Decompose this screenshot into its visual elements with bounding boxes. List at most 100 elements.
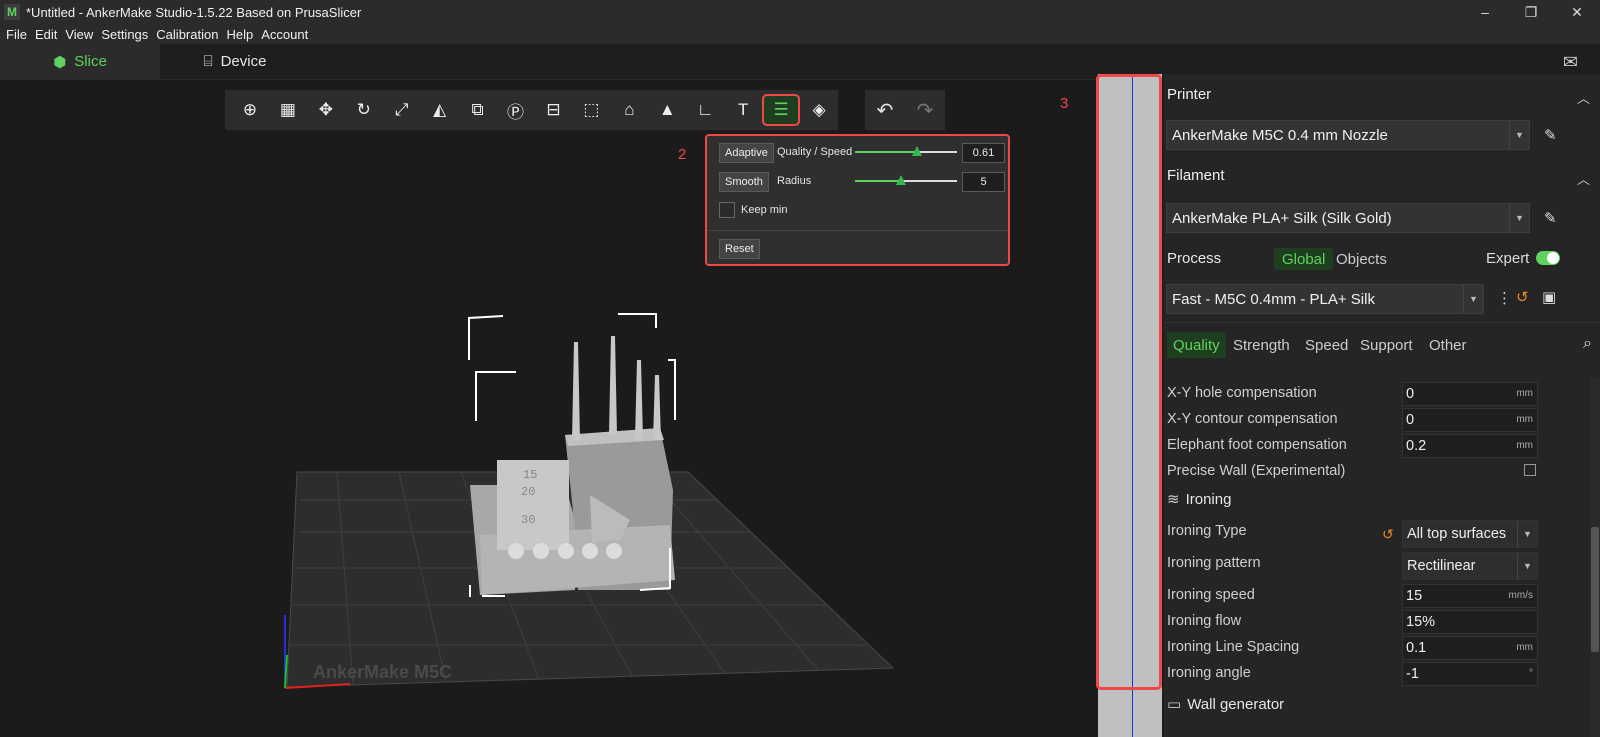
edit-filament-icon[interactable]: ✎: [1544, 209, 1557, 227]
ruler-icon[interactable]: ∟: [686, 94, 724, 126]
mail-icon[interactable]: ✉: [1563, 52, 1578, 73]
text-icon[interactable]: T: [724, 94, 762, 126]
elephant-foot-compensation-input[interactable]: 0.2 mm: [1402, 434, 1538, 458]
quality-slider[interactable]: [855, 146, 957, 156]
edit-printer-icon[interactable]: ✎: [1544, 126, 1557, 144]
setting-label: Ironing Line Spacing: [1167, 639, 1300, 655]
menu-bar: File Edit View Settings Calibration Help…: [0, 24, 1600, 44]
ironing-flow-input[interactable]: 15%: [1402, 610, 1538, 634]
reset-icon[interactable]: ↺: [1382, 526, 1394, 543]
ironing-type-select[interactable]: All top surfaces ▼: [1402, 520, 1538, 548]
chevron-down-icon: ▼: [1517, 553, 1537, 579]
tab-device[interactable]: ⌸ Device: [160, 44, 310, 79]
setting-label: Elephant foot compensation: [1167, 437, 1347, 453]
move-icon[interactable]: ✥: [307, 94, 345, 126]
menu-edit[interactable]: Edit: [35, 27, 57, 42]
arrange-icon[interactable]: ▦: [269, 94, 307, 126]
tab-other[interactable]: Other: [1429, 332, 1467, 358]
hollow-icon[interactable]: ⧉: [459, 94, 497, 126]
process-select[interactable]: Fast - M5C 0.4mm - PLA+ Silk ▼: [1166, 284, 1484, 314]
reset-icon[interactable]: ↺: [1516, 288, 1529, 306]
measure-icon[interactable]: ⬚: [572, 94, 610, 126]
rotate-icon[interactable]: ↻: [345, 94, 383, 126]
group-label: Ironing: [1185, 491, 1232, 508]
select-value: All top surfaces: [1407, 526, 1507, 542]
keep-min-label: Keep min: [741, 204, 788, 216]
ironing-angle-input[interactable]: -1 °: [1402, 662, 1538, 686]
redo-icon[interactable]: ↷: [917, 98, 934, 123]
radius-slider-thumb[interactable]: [895, 175, 906, 185]
tab-slice[interactable]: ⬢ Slice: [0, 44, 160, 79]
tab-support[interactable]: Support: [1360, 332, 1413, 358]
ironing-speed-input[interactable]: 15 mm/s: [1402, 584, 1538, 608]
menu-view[interactable]: View: [65, 27, 93, 42]
variable-layer-height-panel: Adaptive Quality / Speed 0.61 Smooth Rad…: [705, 134, 1010, 266]
cut-icon[interactable]: ⊟: [535, 94, 573, 126]
setting-label: Ironing flow: [1167, 613, 1242, 629]
auto-orient-icon[interactable]: ▲: [648, 94, 686, 126]
settings-scrollbar-thumb[interactable]: [1591, 527, 1599, 652]
global-toggle[interactable]: Global: [1274, 248, 1334, 270]
radius-slider-fill: [855, 180, 901, 182]
support-paint-icon[interactable]: ⌂: [610, 94, 648, 126]
quality-slider-thumb[interactable]: [912, 146, 923, 156]
adaptive-button[interactable]: Adaptive: [719, 143, 774, 163]
keep-min-checkbox[interactable]: [719, 202, 735, 218]
layer-height-icon[interactable]: ☰: [762, 94, 801, 126]
filament-select[interactable]: AnkerMake PLA+ Silk (Silk Gold) ▼: [1166, 203, 1530, 233]
menu-settings[interactable]: Settings: [101, 27, 148, 42]
tab-speed[interactable]: Speed: [1305, 332, 1348, 358]
close-icon[interactable]: ✕: [1554, 0, 1600, 24]
setting-row: Ironing angle -1 °: [1164, 662, 1600, 686]
paint-icon[interactable]: Ⓟ: [497, 94, 535, 126]
xy-hole-compensation-input[interactable]: 0 mm: [1402, 382, 1538, 406]
save-icon[interactable]: ▣: [1542, 288, 1556, 306]
more-icon[interactable]: ⋮: [1497, 289, 1512, 307]
reset-button[interactable]: Reset: [719, 239, 760, 259]
menu-help[interactable]: Help: [226, 27, 253, 42]
select-value: Rectilinear: [1407, 558, 1476, 574]
radius-slider[interactable]: [855, 175, 957, 185]
minimize-icon[interactable]: –: [1462, 0, 1508, 24]
menu-calibration[interactable]: Calibration: [156, 27, 218, 42]
precise-wall-checkbox[interactable]: [1524, 464, 1536, 476]
smooth-button[interactable]: Smooth: [719, 172, 769, 192]
filament-select-value: AnkerMake PLA+ Silk (Silk Gold): [1172, 209, 1392, 227]
add-icon[interactable]: ⊕: [231, 94, 269, 126]
chevron-up-icon[interactable]: ︿: [1577, 88, 1590, 107]
wall-generator-group-heading[interactable]: ▭ Wall generator: [1167, 695, 1284, 713]
title-bar: M *Untitled - AnkerMake Studio-1.5.22 Ba…: [0, 0, 1600, 24]
ironing-line-spacing-input[interactable]: 0.1 mm: [1402, 636, 1538, 660]
maximize-icon[interactable]: ❐: [1508, 0, 1554, 24]
model-label-20: 20: [521, 485, 535, 499]
chevron-up-icon[interactable]: ︿: [1577, 169, 1590, 188]
undo-icon[interactable]: ↶: [877, 98, 894, 123]
xy-contour-compensation-input[interactable]: 0 mm: [1402, 408, 1538, 432]
annotation-1: 1: [778, 80, 786, 81]
tab-strength[interactable]: Strength: [1233, 332, 1290, 358]
printer-select[interactable]: AnkerMake M5C 0.4 mm Nozzle ▼: [1166, 120, 1530, 150]
search-icon[interactable]: ⌕: [1583, 335, 1592, 353]
place-on-face-icon[interactable]: ◭: [421, 94, 459, 126]
printer-select-value: AnkerMake M5C 0.4 mm Nozzle: [1172, 126, 1388, 144]
input-value: -1: [1406, 666, 1419, 682]
settings-panel: Printer ︿ AnkerMake M5C 0.4 mm Nozzle ▼ …: [1164, 74, 1600, 737]
window-title: *Untitled - AnkerMake Studio-1.5.22 Base…: [26, 4, 362, 20]
3d-viewport[interactable]: 15 20 30 AnkerMake M5C ⊕ ▦ ✥ ↻ ⤢ ◭ ⧉ Ⓟ ⊟ ⬚ ⌂ ▲ ∟ T ☰ ◈ …: [0, 80, 1115, 737]
3d-model[interactable]: [470, 336, 675, 595]
scale-icon[interactable]: ⤢: [383, 94, 421, 126]
quality-speed-label: Quality / Speed: [777, 146, 853, 158]
menu-file[interactable]: File: [6, 27, 27, 42]
shapes-icon[interactable]: ◈: [800, 94, 838, 126]
ironing-group-heading[interactable]: ≋ Ironing: [1167, 490, 1231, 508]
tab-quality[interactable]: Quality: [1167, 332, 1226, 358]
bed-label: AnkerMake M5C: [313, 662, 452, 682]
ironing-pattern-select[interactable]: Rectilinear ▼: [1402, 552, 1538, 580]
menu-account[interactable]: Account: [261, 27, 308, 42]
expert-switch[interactable]: [1536, 251, 1560, 265]
undo-redo-group: ↶ ↷: [865, 90, 945, 130]
objects-toggle[interactable]: Objects: [1336, 248, 1387, 270]
input-value: 0.1: [1406, 640, 1427, 656]
radius-value-field[interactable]: 5: [962, 172, 1005, 192]
quality-value-field[interactable]: 0.61: [962, 143, 1005, 163]
